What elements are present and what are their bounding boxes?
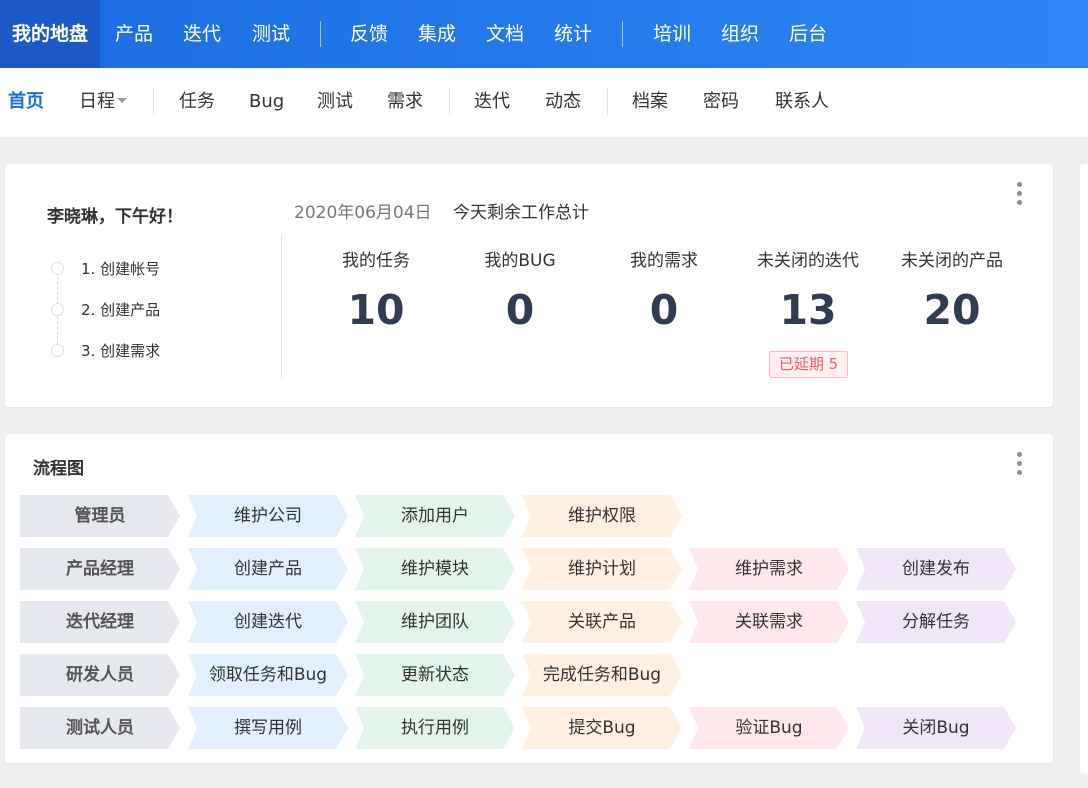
flow-step: 添加用户 <box>355 495 515 537</box>
flow-step: 撰写用例 <box>188 707 348 749</box>
flow-step: 完成任务和Bug <box>522 654 682 696</box>
flow-role: 产品经理 <box>20 548 180 590</box>
flow-step: 维护团队 <box>355 601 515 643</box>
subnav-profile[interactable]: 档案 <box>632 68 668 137</box>
subnav-dynamic[interactable]: 动态 <box>545 68 581 137</box>
flow-step: 验证Bug <box>689 707 849 749</box>
flow-step: 维护需求 <box>689 548 849 590</box>
flow-step: 维护权限 <box>522 495 682 537</box>
delayed-badge[interactable]: 已延期 5 <box>769 351 848 378</box>
stat-value: 10 <box>306 286 446 334</box>
flow-panel: 流程图 管理员 维护公司 添加用户 维护权限 产品经理 创建产品 维护模块 维护… <box>5 434 1053 763</box>
subnav-schedule-label: 日程 <box>79 91 115 112</box>
welcome-divider <box>281 234 282 378</box>
step-dot <box>51 262 64 275</box>
nav-test[interactable]: 测试 <box>243 0 299 68</box>
nav-organization[interactable]: 组织 <box>712 0 768 68</box>
step-dot <box>51 344 64 357</box>
stat-value: 0 <box>594 286 734 334</box>
remaining-work-label: 今天剩余工作总计 <box>453 198 589 223</box>
stat-label: 我的BUG <box>450 248 590 274</box>
flow-step: 维护计划 <box>522 548 682 590</box>
subnav-contacts[interactable]: 联系人 <box>775 68 829 137</box>
stat-label: 未关闭的产品 <box>882 248 1022 274</box>
welcome-panel: 李晓琳，下午好！ 2020年06月04日 今天剩余工作总计 1. 创建帐号 2.… <box>5 164 1053 407</box>
subnav-divider <box>607 87 608 115</box>
stat-value: 13 <box>738 286 878 334</box>
flow-role: 测试人员 <box>20 707 180 749</box>
flow-step: 关闭Bug <box>856 707 1016 749</box>
stat-open-products[interactable]: 未关闭的产品 20 <box>882 248 1022 334</box>
stat-my-bugs[interactable]: 我的BUG 0 <box>450 248 590 334</box>
nav-admin[interactable]: 后台 <box>780 0 836 68</box>
nav-training[interactable]: 培训 <box>644 0 700 68</box>
flow-step: 领取任务和Bug <box>188 654 348 696</box>
subnav-home[interactable]: 首页 <box>8 68 44 137</box>
nav-iteration[interactable]: 迭代 <box>174 0 230 68</box>
nav-divider <box>622 21 623 47</box>
flow-step: 执行用例 <box>355 707 515 749</box>
flow-step: 分解任务 <box>856 601 1016 643</box>
subnav-schedule[interactable]: 日程 <box>79 68 127 137</box>
subnav-bug[interactable]: Bug <box>249 68 284 137</box>
side-panel-edge <box>1080 164 1088 774</box>
flow-step: 关联产品 <box>522 601 682 643</box>
subnav-divider <box>153 87 154 115</box>
flow-step: 创建产品 <box>188 548 348 590</box>
sub-navbar: 首页 日程 任务 Bug 测试 需求 迭代 动态 档案 密码 联系人 <box>0 68 1088 137</box>
today-date: 2020年06月04日 <box>294 198 432 223</box>
subnav-task[interactable]: 任务 <box>179 68 215 137</box>
flow-step: 更新状态 <box>355 654 515 696</box>
flow-role: 迭代经理 <box>20 601 180 643</box>
subnav-password[interactable]: 密码 <box>703 68 739 137</box>
nav-my-workspace[interactable]: 我的地盘 <box>0 0 100 68</box>
flow-step: 提交Bug <box>522 707 682 749</box>
subnav-divider <box>449 87 450 115</box>
flow-role: 管理员 <box>20 495 180 537</box>
subnav-test[interactable]: 测试 <box>317 68 353 137</box>
nav-product[interactable]: 产品 <box>106 0 162 68</box>
stat-label: 未关闭的迭代 <box>738 248 878 274</box>
stat-my-stories[interactable]: 我的需求 0 <box>594 248 734 334</box>
flow-step: 创建发布 <box>856 548 1016 590</box>
chevron-down-icon <box>117 98 127 103</box>
greeting-text: 李晓琳，下午好！ <box>47 202 183 227</box>
stat-label: 我的需求 <box>594 248 734 274</box>
stat-open-iterations[interactable]: 未关闭的迭代 13 <box>738 248 878 334</box>
flow-step: 维护模块 <box>355 548 515 590</box>
nav-feedback[interactable]: 反馈 <box>341 0 397 68</box>
more-vertical-icon[interactable] <box>1015 452 1023 478</box>
flow-step: 关联需求 <box>689 601 849 643</box>
stat-value: 20 <box>882 286 1022 334</box>
more-vertical-icon[interactable] <box>1015 182 1023 208</box>
nav-divider <box>320 21 321 47</box>
stat-label: 我的任务 <box>306 248 446 274</box>
nav-stats[interactable]: 统计 <box>545 0 601 68</box>
subnav-iteration[interactable]: 迭代 <box>474 68 510 137</box>
flow-role: 研发人员 <box>20 654 180 696</box>
flow-step: 维护公司 <box>188 495 348 537</box>
nav-integration[interactable]: 集成 <box>409 0 465 68</box>
top-navbar: 我的地盘 产品 迭代 测试 反馈 集成 文档 统计 培训 组织 后台 <box>0 0 1088 68</box>
step-dot <box>51 303 64 316</box>
subnav-story[interactable]: 需求 <box>387 68 423 137</box>
flow-step: 创建迭代 <box>188 601 348 643</box>
nav-docs[interactable]: 文档 <box>477 0 533 68</box>
flow-title: 流程图 <box>33 454 84 479</box>
stat-my-tasks[interactable]: 我的任务 10 <box>306 248 446 334</box>
stat-value: 0 <box>450 286 590 334</box>
